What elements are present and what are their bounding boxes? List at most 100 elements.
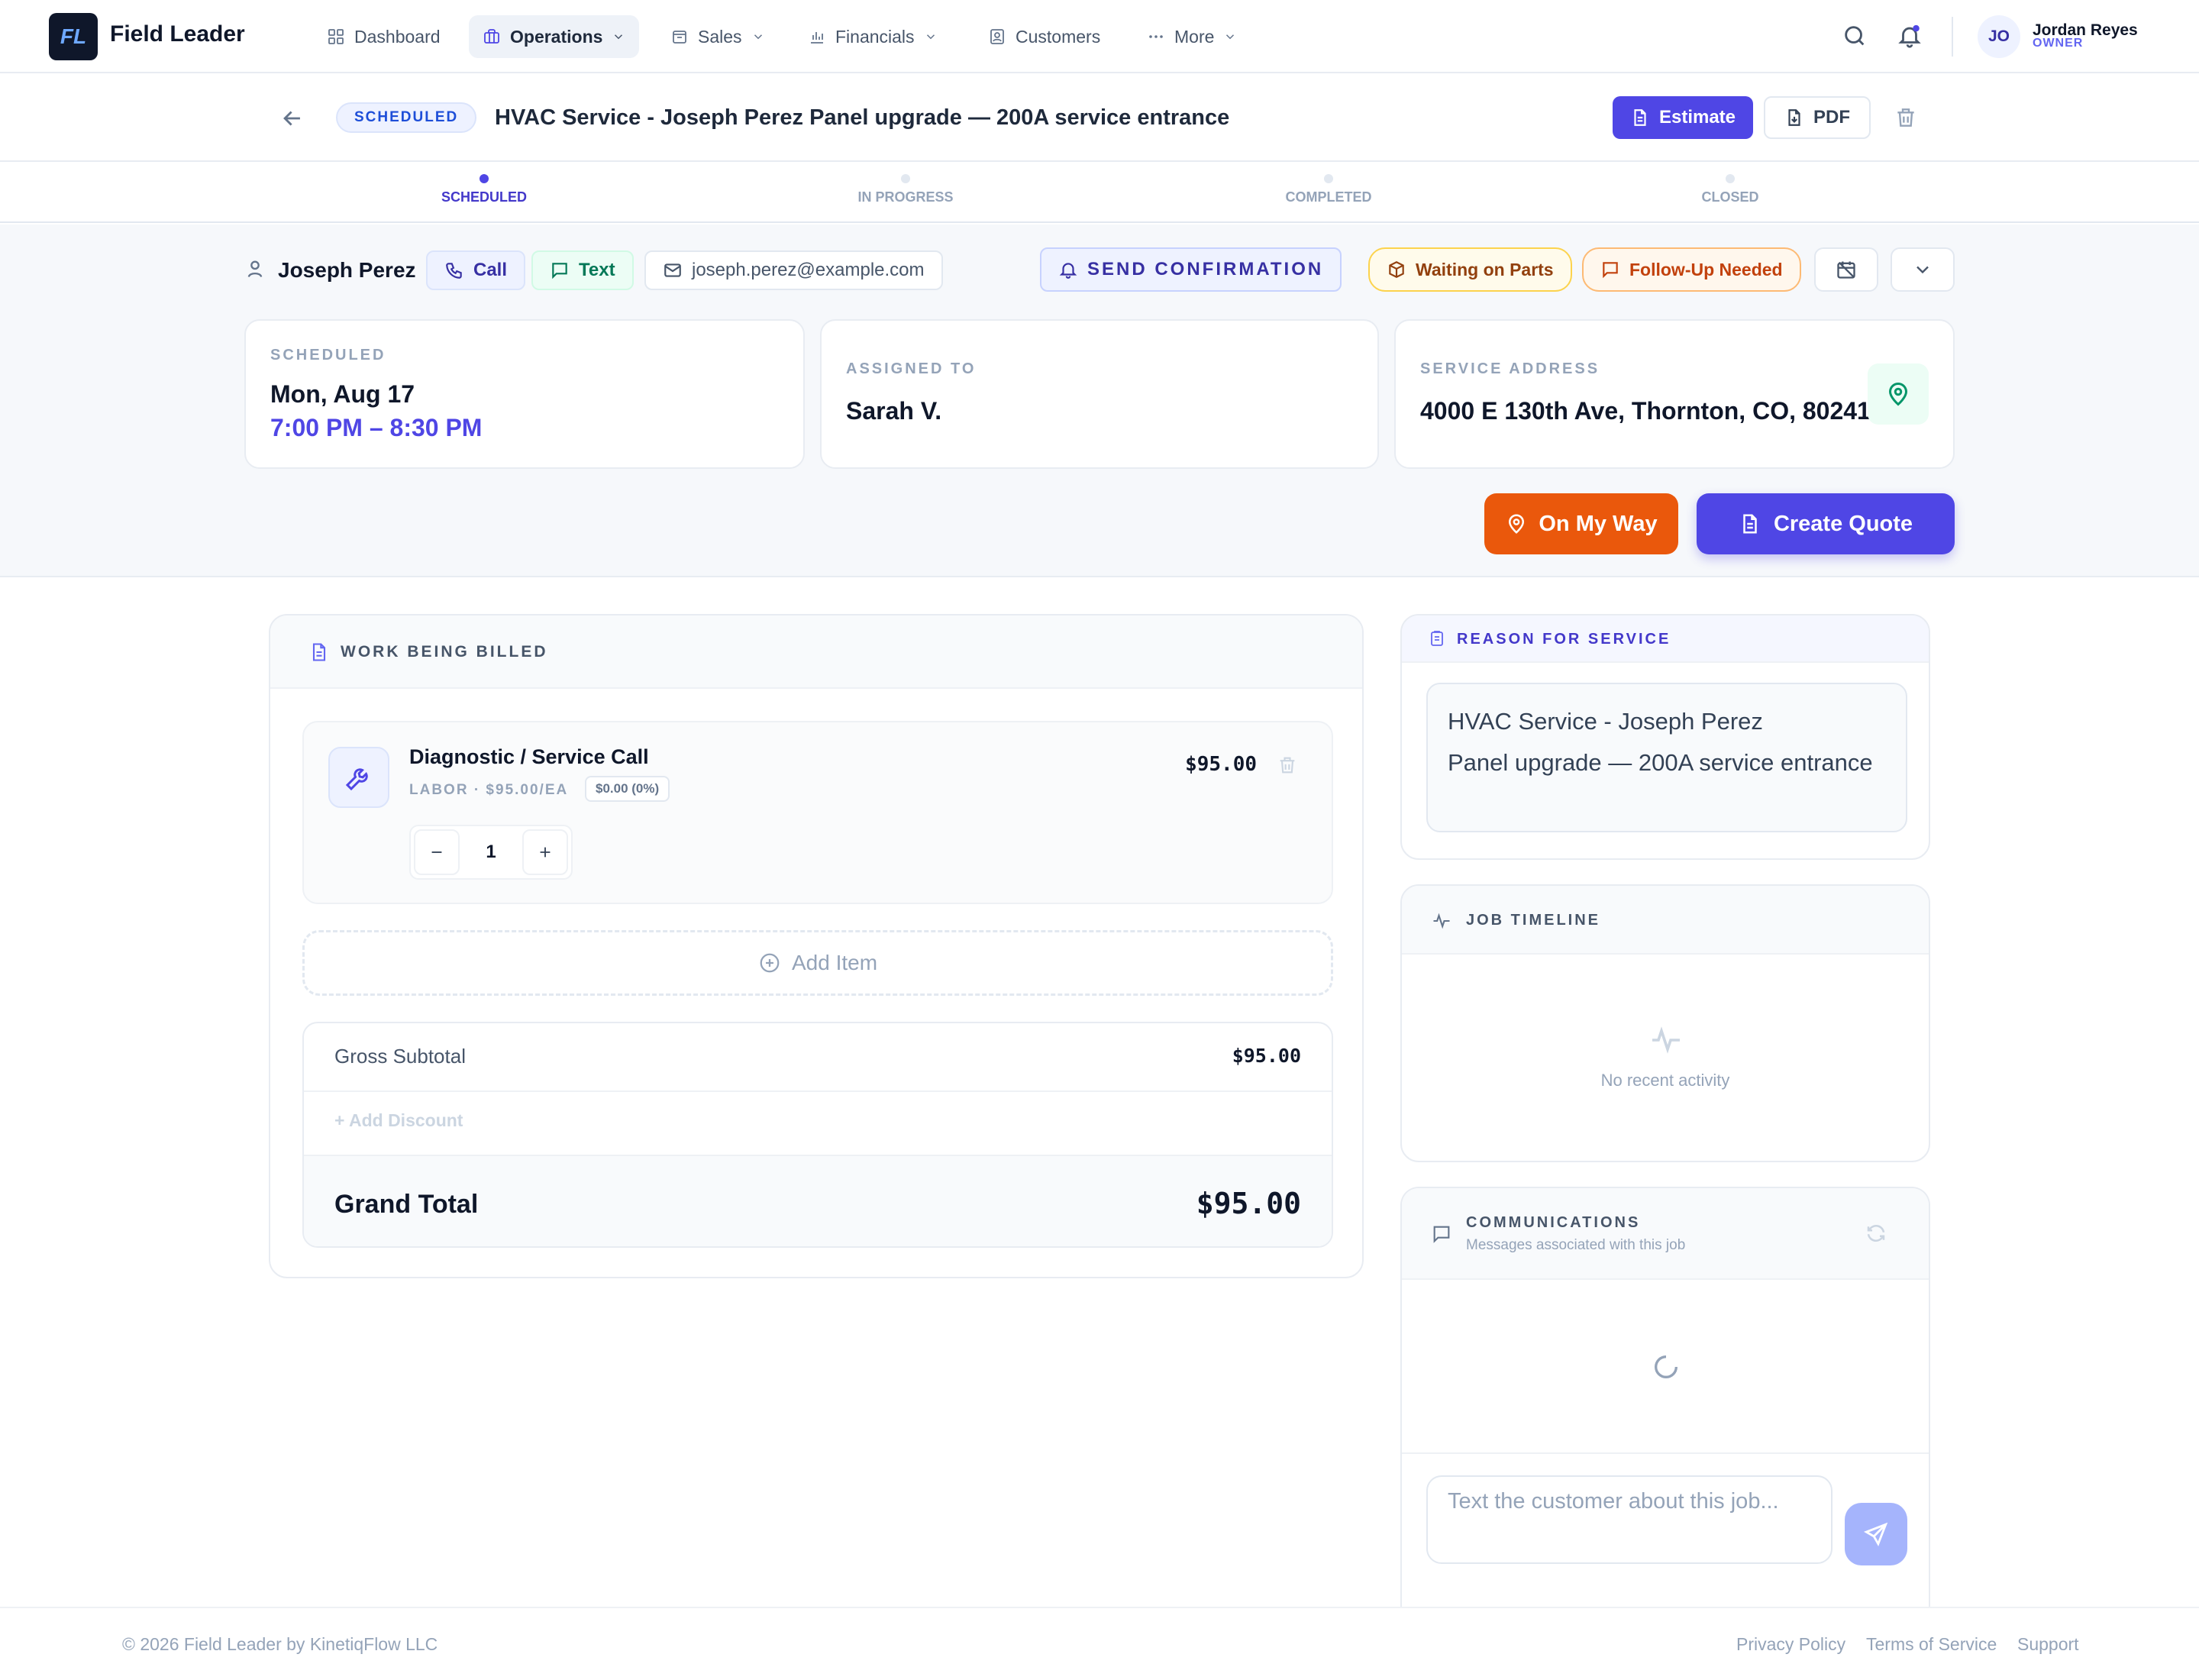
panel-title: WORK BEING BILLED (341, 643, 548, 661)
add-item-button[interactable]: Add Item (302, 930, 1333, 996)
message-input[interactable]: Text the customer about this job... (1426, 1475, 1832, 1564)
call-label: Call (473, 260, 508, 280)
terms-link[interactable]: Terms of Service (1866, 1634, 1997, 1655)
step-scheduled[interactable]: SCHEDULED (441, 189, 527, 205)
scheduled-date: Mon, Aug 17 (270, 380, 415, 408)
file-download-icon (1788, 109, 1800, 126)
waiting-on-parts-tag[interactable]: Waiting on Parts (1368, 247, 1572, 292)
logo[interactable]: FL (49, 13, 98, 60)
scheduled-card[interactable]: SCHEDULED Mon, Aug 17 7:00 PM – 8:30 PM (244, 319, 805, 469)
send-message-button[interactable] (1845, 1503, 1907, 1565)
privacy-link[interactable]: Privacy Policy (1736, 1634, 1845, 1655)
divider (1402, 1452, 1929, 1454)
nav-more-label: More (1174, 26, 1215, 47)
chevron-down-icon (1916, 266, 1929, 274)
timeline-header: JOB TIMELINE (1402, 886, 1929, 955)
add-discount-button[interactable]: + Add Discount (334, 1110, 463, 1131)
address-value: 4000 E 130th Ave, Thornton, CO, 80241 (1420, 397, 1871, 425)
divider (304, 1090, 1332, 1092)
nav-customers[interactable]: Customers (974, 15, 1114, 58)
nav-financials[interactable]: Financials (794, 15, 951, 58)
nav-operations[interactable]: Operations (469, 15, 640, 58)
avatar[interactable]: JO (1978, 15, 2020, 58)
user-icon (247, 260, 263, 278)
send-confirmation-label: SEND CONFIRMATION (1087, 259, 1324, 279)
step-dot (1726, 174, 1735, 183)
search-icon[interactable] (1842, 23, 1868, 49)
more-options-button[interactable] (1891, 247, 1955, 292)
send-confirmation-button[interactable]: SEND CONFIRMATION (1040, 247, 1342, 292)
assigned-card[interactable]: ASSIGNED TO Sarah V. (820, 319, 1379, 469)
panel-header: WORK BEING BILLED (270, 615, 1362, 689)
step-closed[interactable]: CLOSED (1701, 189, 1758, 205)
job-timeline-card: JOB TIMELINE No recent activity (1400, 884, 1930, 1162)
document-icon (1634, 109, 1646, 126)
create-quote-button[interactable]: Create Quote (1697, 493, 1955, 554)
step-dot-current (480, 174, 489, 183)
dashboard-icon (328, 29, 344, 44)
nav-more[interactable]: More (1133, 15, 1251, 58)
activity-icon (1433, 913, 1450, 929)
pdf-button[interactable]: PDF (1764, 96, 1871, 139)
footer: © 2026 Field Leader by KinetiqFlow LLC P… (0, 1607, 2199, 1680)
message-icon (1603, 262, 1618, 279)
chevron-down-icon (615, 34, 623, 40)
support-link[interactable]: Support (2017, 1634, 2079, 1655)
calendar-off-icon (1837, 261, 1855, 279)
reason-title: REASON FOR SERVICE (1457, 631, 1671, 648)
scheduled-time: 7:00 PM – 8:30 PM (270, 414, 483, 441)
line-item-name: Diagnostic / Service Call (409, 745, 649, 768)
calendar-off-button[interactable] (1814, 247, 1878, 292)
refresh-icon[interactable] (1865, 1222, 1887, 1245)
increment-button[interactable] (522, 829, 568, 875)
email-chip[interactable]: joseph.perez@example.com (644, 250, 943, 290)
call-button[interactable]: Call (426, 250, 526, 290)
trash-icon[interactable] (1277, 754, 1298, 776)
scheduled-label: SCHEDULED (270, 347, 386, 363)
job-title-bar: SCHEDULED HVAC Service - Joseph Perez Pa… (0, 73, 2199, 162)
step-completed[interactable]: COMPLETED (1285, 189, 1371, 205)
text-button[interactable]: Text (531, 250, 634, 290)
brand-name[interactable]: Field Leader (110, 21, 245, 47)
line-item-discount-tag[interactable]: $0.00 (0%) (585, 776, 670, 802)
plus-icon (540, 847, 551, 858)
top-nav: FL Field Leader Dashboard Operations Sal… (0, 0, 2199, 73)
loading-spinner-icon (1655, 1355, 1678, 1378)
line-item[interactable]: Diagnostic / Service Call LABOR · $95.00… (302, 721, 1333, 904)
address-label: SERVICE ADDRESS (1420, 360, 1600, 377)
mail-icon (664, 263, 681, 277)
back-arrow-icon[interactable] (279, 105, 305, 131)
work-billed-panel: WORK BEING BILLED Diagnostic / Service C… (269, 614, 1364, 1278)
trash-icon[interactable] (1894, 105, 1918, 130)
on-my-way-button[interactable]: On My Way (1484, 493, 1678, 554)
quantity-stepper: 1 (409, 825, 573, 880)
reason-text-box[interactable]: HVAC Service - Joseph Perez Panel upgrad… (1426, 683, 1907, 832)
step-in-progress[interactable]: IN PROGRESS (857, 189, 953, 205)
user-role: OWNER (2033, 37, 2084, 50)
pdf-label: PDF (1813, 107, 1850, 128)
follow-up-tag[interactable]: Follow-Up Needed (1582, 247, 1801, 292)
page-title: HVAC Service - Joseph Perez Panel upgrad… (495, 105, 1230, 130)
status-badge: SCHEDULED (336, 102, 477, 133)
copyright: © 2026 Field Leader by KinetiqFlow LLC (122, 1634, 438, 1654)
divider (1952, 17, 1953, 57)
follow-up-label: Follow-Up Needed (1629, 259, 1783, 279)
nav-sales[interactable]: Sales (657, 15, 779, 58)
map-pin-icon (1509, 514, 1525, 534)
assigned-value: Sarah V. (846, 397, 942, 425)
nav-dashboard[interactable]: Dashboard (313, 15, 454, 58)
clipboard-icon (1431, 631, 1443, 646)
step-dot (901, 174, 910, 183)
assigned-label: ASSIGNED TO (846, 360, 977, 377)
map-button[interactable] (1868, 363, 1929, 425)
message-icon (1433, 1226, 1450, 1243)
gross-subtotal-label: Gross Subtotal (334, 1045, 466, 1068)
bag-icon (673, 31, 686, 44)
nav-operations-label: Operations (510, 26, 603, 47)
bell-icon[interactable] (1897, 23, 1923, 49)
create-quote-label: Create Quote (1773, 511, 1913, 536)
customer-name[interactable]: Joseph Perez (278, 258, 416, 283)
chevron-down-icon (1226, 34, 1235, 40)
reason-line-1: HVAC Service - Joseph Perez (1448, 708, 1763, 735)
estimate-button[interactable]: Estimate (1613, 96, 1753, 139)
